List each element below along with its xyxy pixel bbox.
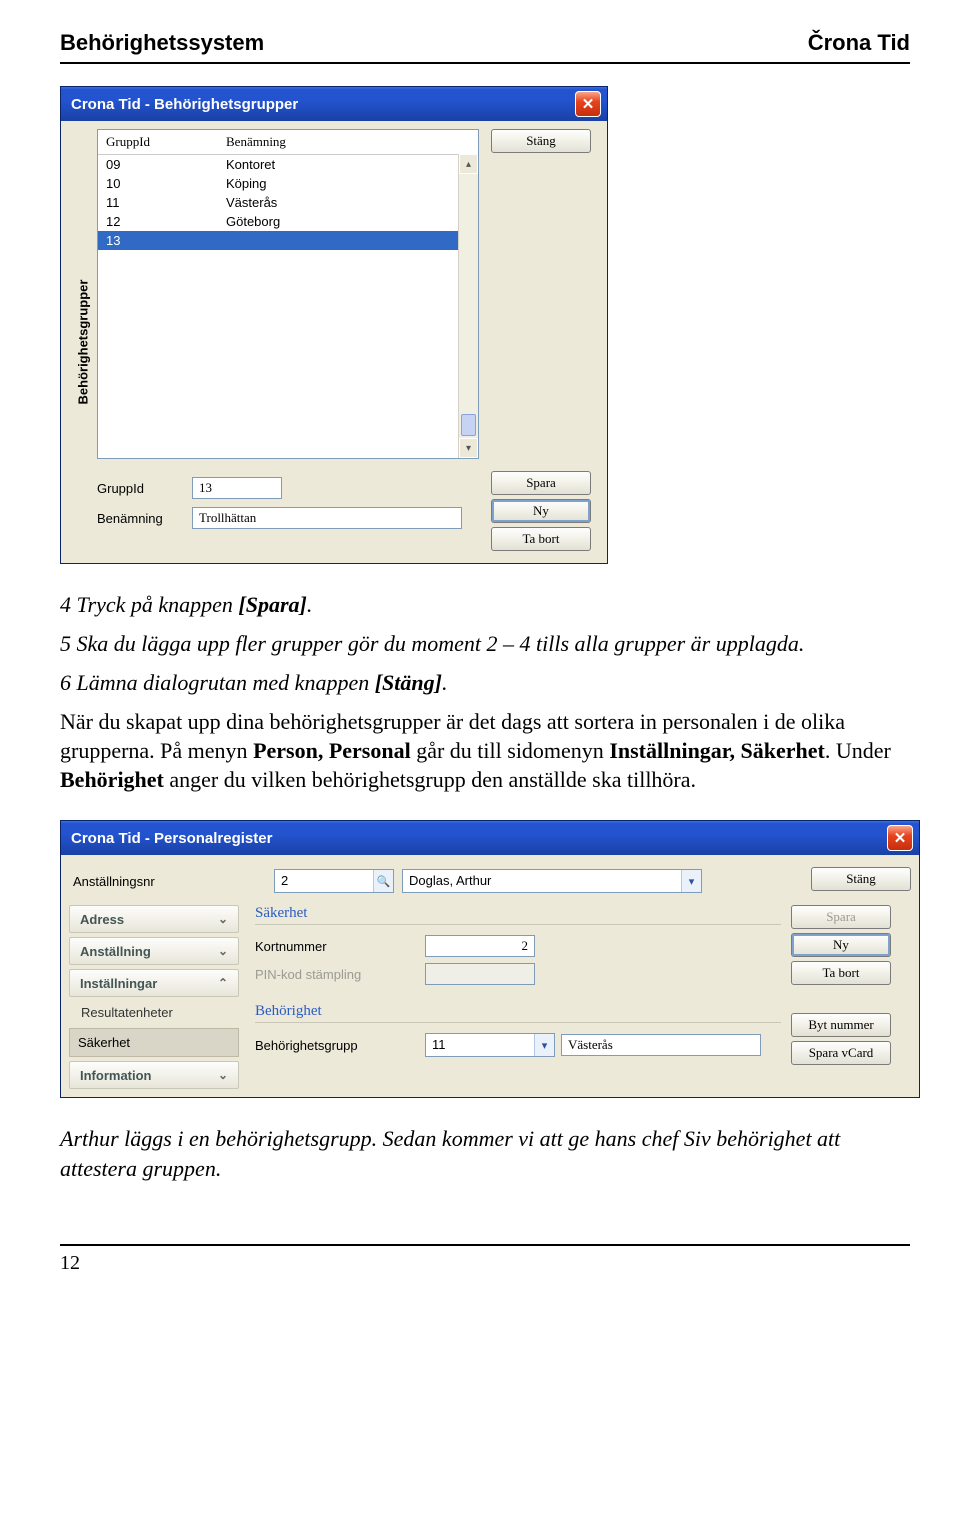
chevron-down-icon[interactable]: ▾ [534, 1034, 554, 1056]
sparavcard-button[interactable]: Spara vCard [791, 1041, 891, 1065]
cell-id: 10 [98, 174, 218, 193]
nav-installningar[interactable]: Inställningar⌃ [69, 969, 239, 997]
step-5: 5 Ska du lägga upp fler grupper gör du m… [60, 629, 910, 658]
scroll-up-icon[interactable]: ▴ [459, 154, 478, 174]
combo-value: 2 [275, 870, 294, 892]
benamning-label: Benämning [97, 511, 192, 526]
nav-sub-sakerhet[interactable]: Säkerhet [69, 1028, 239, 1057]
stang-button[interactable]: Stäng [491, 129, 591, 153]
gruppid-label: GruppId [97, 481, 192, 496]
header-benamning[interactable]: Benämning [218, 130, 478, 154]
page-header: Behörighetssystem Črona Tid [60, 30, 910, 64]
lookup-icon[interactable]: 🔍 [373, 870, 393, 892]
cell-name: Västerås [218, 193, 478, 212]
window-title: Crona Tid - Behörighetsgrupper [71, 96, 298, 113]
list-row[interactable]: 09 Kontoret [98, 155, 478, 174]
ny-button[interactable]: Ny [491, 499, 591, 523]
dialog-personalregister: Crona Tid - Personalregister ✕ Anställni… [60, 820, 920, 1098]
chevron-down-icon: ⌄ [218, 912, 228, 926]
anstallningsnr-label: Anställningsnr [73, 874, 203, 889]
tabort-button[interactable]: Ta bort [791, 961, 891, 985]
nav-adress[interactable]: Adress⌄ [69, 905, 239, 933]
list-header: GruppId Benämning [98, 130, 478, 155]
body-text: 4 Tryck på knappen [Spara]. 5 Ska du läg… [60, 590, 910, 794]
titlebar: Crona Tid - Personalregister ✕ [61, 821, 919, 855]
spara-button[interactable]: Spara [491, 471, 591, 495]
spara-button[interactable]: Spara [791, 905, 891, 929]
kortnummer-label: Kortnummer [255, 939, 425, 954]
employee-name-combo[interactable]: Doglas, Arthur ▾ [402, 869, 702, 893]
nav-anstallning[interactable]: Anställning⌄ [69, 937, 239, 965]
behorighetsgrupp-combo[interactable]: 11 ▾ [425, 1033, 555, 1057]
scroll-thumb[interactable] [461, 414, 476, 436]
kortnummer-field[interactable] [425, 935, 535, 957]
vertical-tab-label: Behörighetsgrupper [76, 280, 91, 405]
benamning-field[interactable] [192, 507, 462, 529]
header-gruppid[interactable]: GruppId [98, 130, 218, 154]
chevron-down-icon: ⌄ [218, 1068, 228, 1082]
close-icon[interactable]: ✕ [887, 825, 913, 851]
cell-id: 09 [98, 155, 218, 174]
right-buttons: Spara Ny Ta bort Byt nummer Spara vCard [791, 905, 911, 1089]
header-right: Črona Tid [808, 30, 910, 56]
paragraph-explain: När du skapat upp dina behörighetsgruppe… [60, 707, 910, 794]
ny-button[interactable]: Ny [791, 933, 891, 957]
cell-id: 13 [98, 231, 218, 250]
cell-name: Göteborg [218, 212, 478, 231]
window-title: Crona Tid - Personalregister [71, 830, 272, 847]
content-panel: Säkerhet Kortnummer PIN-kod stämpling Be… [249, 905, 781, 1089]
cell-name: Kontoret [218, 155, 478, 174]
list-row[interactable]: 12 Göteborg [98, 212, 478, 231]
titlebar: Crona Tid - Behörighetsgrupper ✕ [61, 87, 607, 121]
nav-sub-resultat[interactable]: Resultatenheter [69, 1001, 239, 1024]
behorighetsgrupp-label: Behörighetsgrupp [255, 1038, 425, 1053]
cell-id: 12 [98, 212, 218, 231]
nav-panel: Adress⌄ Anställning⌄ Inställningar⌃ Resu… [69, 905, 239, 1089]
cell-name: Köping [218, 174, 478, 193]
list-row[interactable]: 11 Västerås [98, 193, 478, 212]
cell-name [218, 231, 478, 250]
tabort-button[interactable]: Ta bort [491, 527, 591, 551]
step-4: 4 Tryck på knappen [Spara]. [60, 590, 910, 619]
list-row[interactable]: 10 Köping [98, 174, 478, 193]
scroll-down-icon[interactable]: ▾ [459, 438, 478, 458]
combo-value: 11 [426, 1034, 452, 1056]
grupper-list[interactable]: GruppId Benämning 09 Kontoret 10 Köping [97, 129, 479, 459]
pin-label: PIN-kod stämpling [255, 967, 425, 982]
header-left: Behörighetssystem [60, 30, 264, 56]
chevron-down-icon[interactable]: ▾ [681, 870, 701, 892]
behorighetsgrupp-text[interactable] [561, 1034, 761, 1056]
stang-button[interactable]: Stäng [811, 867, 911, 891]
step-6: 6 Lämna dialogrutan med knappen [Stäng]. [60, 668, 910, 697]
section-behorighet: Behörighet [255, 1003, 781, 1023]
gruppid-field[interactable] [192, 477, 282, 499]
combo-value: Doglas, Arthur [403, 870, 497, 892]
section-sakerhet: Säkerhet [255, 905, 781, 925]
chevron-down-icon: ⌄ [218, 944, 228, 958]
close-icon[interactable]: ✕ [575, 91, 601, 117]
vertical-tab[interactable]: Behörighetsgrupper [69, 129, 97, 555]
bytnummer-button[interactable]: Byt nummer [791, 1013, 891, 1037]
nav-information[interactable]: Information⌄ [69, 1061, 239, 1089]
page-footer: 12 [60, 1244, 910, 1275]
anstallningsnr-combo[interactable]: 2 🔍 [274, 869, 394, 893]
list-row-selected[interactable]: 13 [98, 231, 478, 250]
dialog-behorighetsgrupper: Crona Tid - Behörighetsgrupper ✕ Behörig… [60, 86, 608, 564]
chevron-up-icon: ⌃ [218, 976, 228, 990]
pin-field [425, 963, 535, 985]
scrollbar[interactable]: ▴ ▾ [458, 154, 478, 458]
cell-id: 11 [98, 193, 218, 212]
figure-caption: Arthur läggs i en behörighetsgrupp. Seda… [60, 1124, 910, 1183]
